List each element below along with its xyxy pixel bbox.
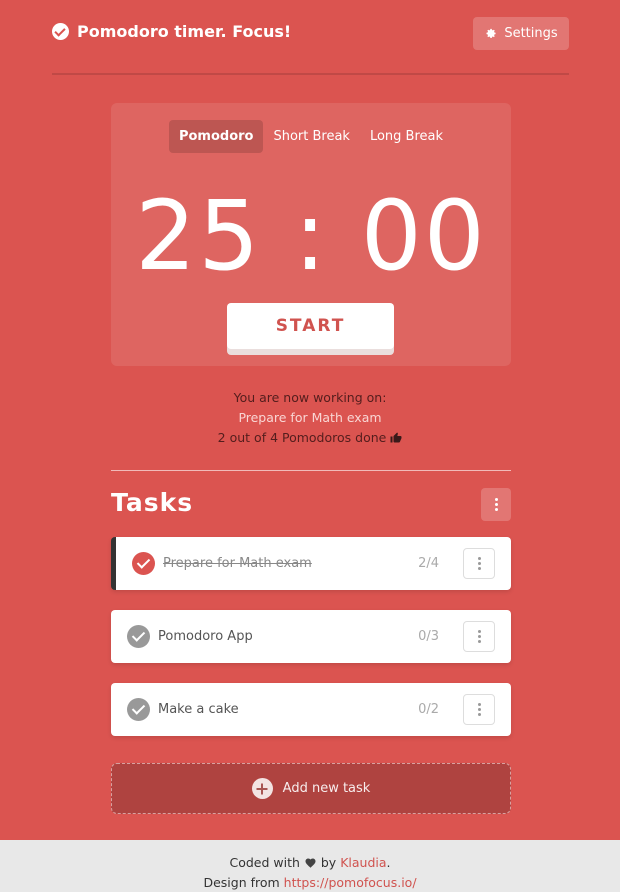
settings-button[interactable]: Settings xyxy=(473,17,569,50)
tab-long-break[interactable]: Long Break xyxy=(360,120,453,153)
task-name: Pomodoro App xyxy=(158,629,253,644)
tab-pomodoro[interactable]: Pomodoro xyxy=(168,120,264,153)
task-menu-button[interactable] xyxy=(463,548,495,579)
progress-text: 2 out of 4 Pomodoros done xyxy=(217,430,387,445)
tasks-divider xyxy=(111,470,511,471)
by-text: by xyxy=(320,855,337,870)
heart-icon xyxy=(305,858,316,868)
footer: Coded with by Klaudia. Design from https… xyxy=(0,840,620,892)
task-count: 2/4 xyxy=(418,556,439,571)
tasks-heading: Tasks xyxy=(111,488,194,517)
tab-short-break[interactable]: Short Break xyxy=(263,120,360,153)
current-task-info: You are now working on: Prepare for Math… xyxy=(0,388,620,448)
add-task-button[interactable]: Add new task xyxy=(111,763,511,814)
more-vertical-icon xyxy=(477,630,481,643)
task-count: 0/3 xyxy=(418,629,439,644)
check-circle-icon[interactable] xyxy=(127,698,150,721)
app-header: Pomodoro timer. Focus! Settings xyxy=(52,17,569,50)
task-item[interactable]: Pomodoro App 0/3 xyxy=(111,610,511,663)
author-link[interactable]: Klaudia xyxy=(340,855,386,870)
tasks-menu-button[interactable] xyxy=(481,488,511,521)
task-item[interactable]: Prepare for Math exam 2/4 xyxy=(111,537,511,590)
task-item[interactable]: Make a cake 0/2 xyxy=(111,683,511,736)
task-menu-button[interactable] xyxy=(463,694,495,725)
task-name: Make a cake xyxy=(158,702,239,717)
app-title: Pomodoro timer. Focus! xyxy=(77,22,292,41)
check-circle-icon[interactable] xyxy=(132,552,155,575)
task-menu-button[interactable] xyxy=(463,621,495,652)
add-task-label: Add new task xyxy=(282,781,371,796)
design-from-text: Design from xyxy=(203,875,280,890)
gear-icon xyxy=(486,28,496,38)
coded-with-text: Coded with xyxy=(229,855,300,870)
plus-circle-icon xyxy=(251,778,273,799)
mode-tabs: Pomodoro Short Break Long Break xyxy=(111,120,511,153)
footer-credit: Coded with by Klaudia. xyxy=(0,853,620,873)
more-vertical-icon xyxy=(477,703,481,716)
thumbs-up-icon xyxy=(390,432,402,443)
current-task-name: Prepare for Math exam xyxy=(238,410,382,425)
design-link[interactable]: https://pomofocus.io/ xyxy=(284,875,417,890)
check-circle-icon xyxy=(52,23,69,40)
more-vertical-icon xyxy=(477,557,481,570)
timer-card: Pomodoro Short Break Long Break 25 : 00 … xyxy=(111,103,511,366)
start-button[interactable]: START xyxy=(227,303,394,349)
task-count: 0/2 xyxy=(418,702,439,717)
task-name: Prepare for Math exam xyxy=(163,556,312,571)
settings-label: Settings xyxy=(504,26,558,41)
pomodoro-progress: 2 out of 4 Pomodoros done xyxy=(0,428,620,448)
header-divider xyxy=(52,73,569,75)
brand[interactable]: Pomodoro timer. Focus! xyxy=(52,22,291,41)
more-vertical-icon xyxy=(494,498,498,511)
footer-design: Design from https://pomofocus.io/ xyxy=(0,873,620,892)
working-label: You are now working on: xyxy=(233,390,387,405)
check-circle-icon[interactable] xyxy=(127,625,150,648)
timer-display: 25 : 00 xyxy=(135,180,487,292)
footer-period: . xyxy=(386,855,391,870)
